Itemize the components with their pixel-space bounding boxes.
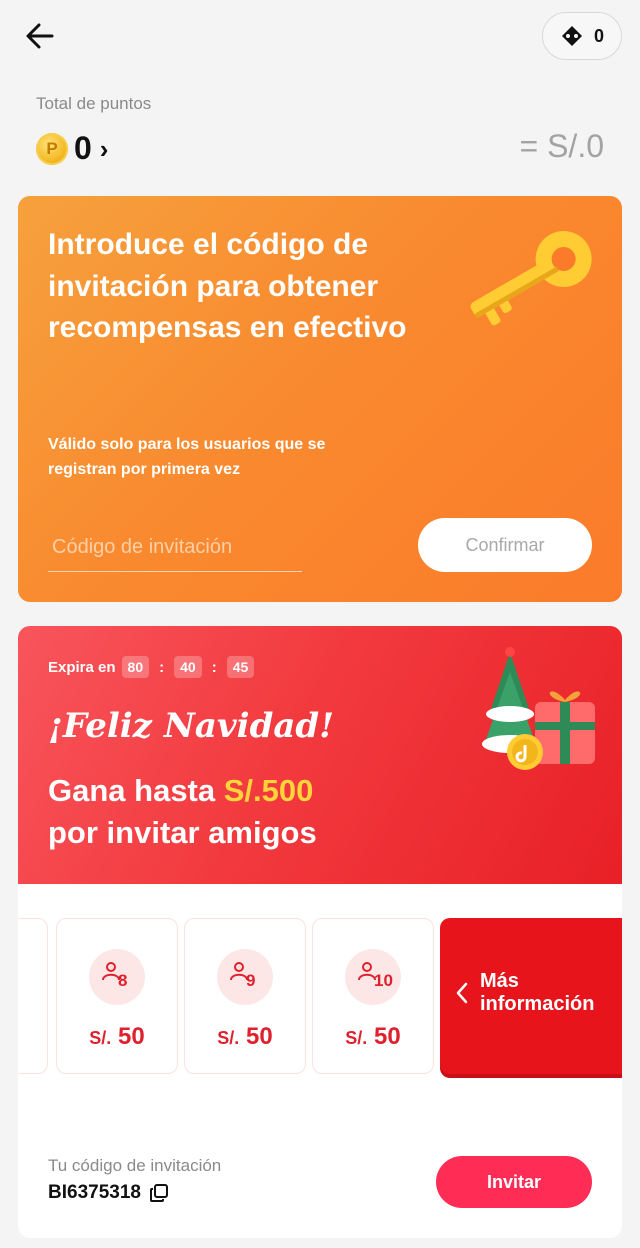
reward-tier-previous[interactable] — [18, 918, 48, 1074]
promo-header: Expira en 80 : 40 : 45 ¡Feliz Navidad! G… — [18, 626, 622, 884]
your-invitation-code: BI6375318 — [48, 1182, 169, 1204]
promo-greeting: ¡Feliz Navidad! — [48, 706, 335, 746]
friends-count: 9 — [246, 971, 256, 990]
tickets-button[interactable]: 0 — [542, 12, 622, 60]
more-info-button[interactable]: Más información — [440, 918, 622, 1074]
more-info-label: Más información — [480, 970, 595, 1015]
timer-hours: 80 — [121, 656, 150, 678]
tier-reward: S/. 50 — [345, 1023, 401, 1050]
friends-badge: 8 — [89, 949, 145, 1005]
chevron-left-icon — [456, 982, 468, 1004]
friends-count: 8 — [118, 971, 128, 990]
promo-headline: Gana hasta S/.500 por invitar amigos — [48, 773, 317, 850]
friends-badge: 10 — [345, 949, 401, 1005]
expiry-label: Expira en — [48, 658, 116, 676]
reward-tier[interactable]: 9 S/. 50 — [184, 918, 306, 1074]
friends-badge: 9 — [217, 949, 273, 1005]
christmas-promo-card: Expira en 80 : 40 : 45 ¡Feliz Navidad! G… — [18, 626, 622, 1238]
back-button[interactable] — [22, 18, 58, 54]
chevron-right-icon: › — [99, 134, 109, 164]
reward-tiers: 8 S/. 50 9 S/. 50 10 S/. 50 Más informac… — [18, 918, 622, 1074]
invite-button[interactable]: Invitar — [436, 1156, 592, 1208]
coin-icon: P — [36, 132, 68, 165]
tier-reward: S/. 50 — [89, 1023, 145, 1050]
back-arrow-icon — [26, 23, 54, 49]
invitation-card-subtitle: Válido solo para los usuarios que se reg… — [48, 436, 326, 478]
confirm-button[interactable]: Confirmar — [418, 518, 592, 572]
invitation-code-input[interactable] — [48, 524, 302, 572]
points-money-value: = S/.0 — [519, 128, 605, 164]
tier-reward: S/. 50 — [217, 1023, 273, 1050]
invitation-card-title: Introduce el código de invitación para o… — [48, 228, 407, 344]
copy-icon[interactable] — [149, 1183, 169, 1203]
your-code-label: Tu código de invitación — [48, 1156, 222, 1175]
key-icon — [470, 231, 592, 326]
christmas-gift-icon — [482, 647, 595, 770]
timer-seconds: 45 — [226, 656, 255, 678]
timer-minutes: 40 — [174, 656, 202, 678]
points-value: 0 — [74, 130, 92, 166]
points-label: Total de puntos — [36, 94, 152, 113]
promo-amount: S/.500 — [223, 773, 314, 808]
friends-count: 10 — [374, 971, 393, 990]
points-balance[interactable]: P 0 › — [36, 130, 108, 167]
ticket-icon — [561, 26, 582, 46]
reward-tier[interactable]: 8 S/. 50 — [56, 918, 178, 1074]
tickets-count: 0 — [593, 25, 604, 46]
reward-tier[interactable]: 10 S/. 50 — [312, 918, 434, 1074]
invitation-code-value: BI6375318 — [48, 1182, 141, 1203]
invitation-code-card: Introduce el código de invitación para o… — [18, 196, 622, 602]
expiry-countdown: Expira en 80 : 40 : 45 — [48, 656, 255, 678]
